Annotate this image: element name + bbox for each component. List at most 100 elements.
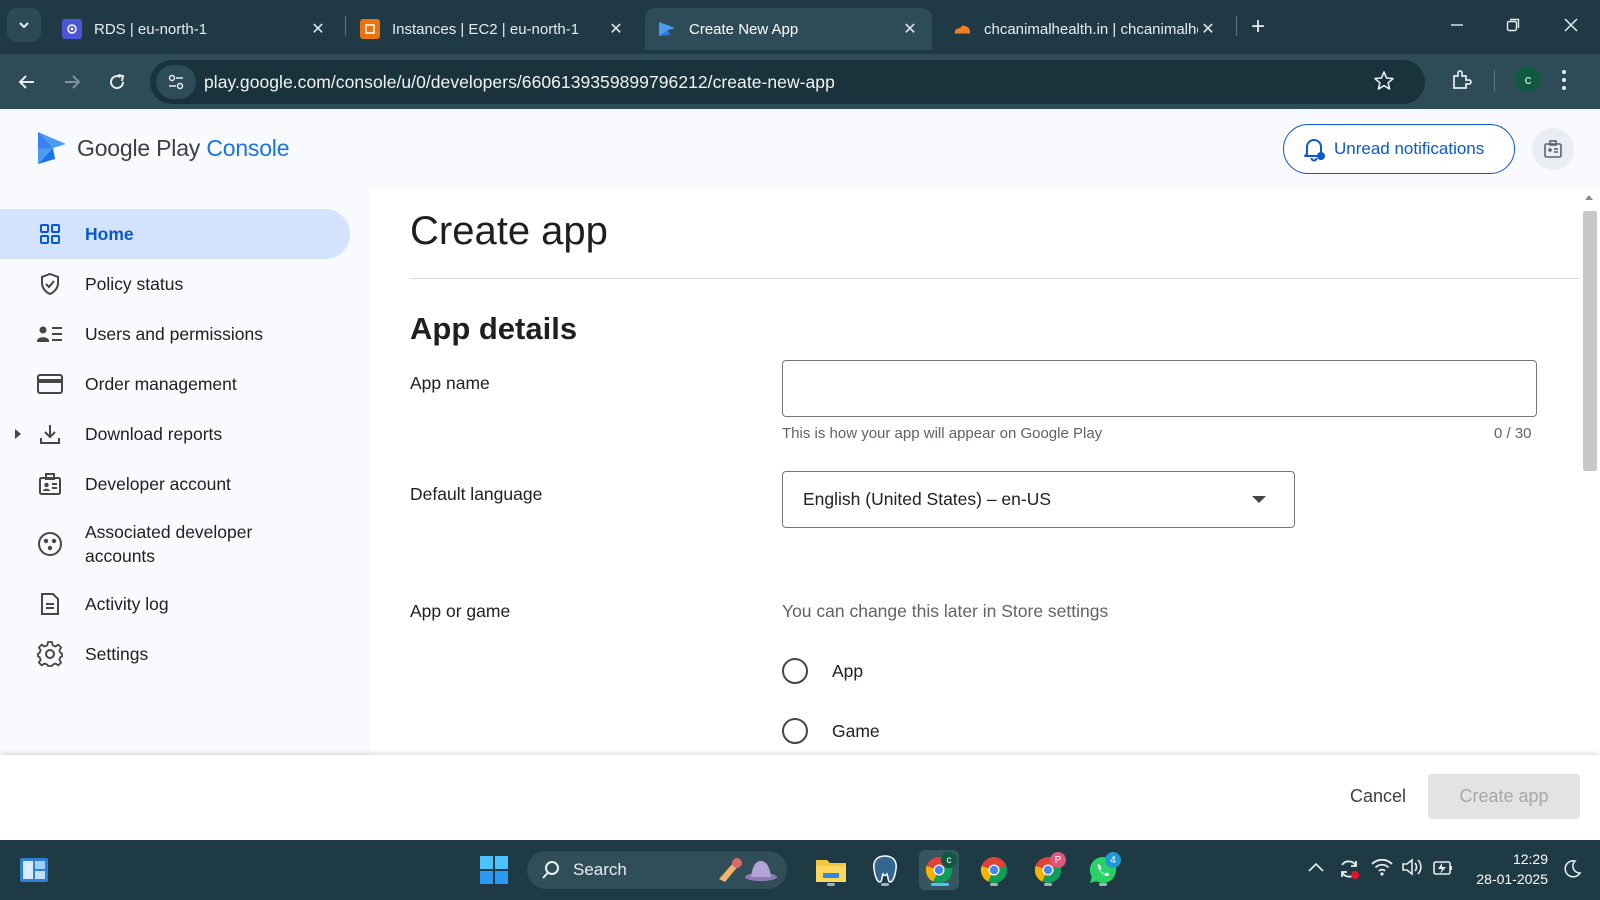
close-icon[interactable]: ✕ (900, 19, 920, 39)
sidebar-item-label: Developer account (85, 474, 231, 494)
postgres-elephant-icon (873, 855, 897, 883)
gear-icon (37, 641, 63, 667)
close-icon[interactable]: ✕ (606, 19, 626, 39)
taskbar-chrome-c[interactable]: c (919, 850, 959, 890)
play-console-logo[interactable]: Google Play Console (37, 131, 290, 165)
cancel-button[interactable]: Cancel (1336, 774, 1420, 818)
id-badge-icon (1544, 140, 1562, 158)
sidebar-item-developer-account[interactable]: Developer account (0, 459, 350, 509)
sidebar-item-home[interactable]: Home (0, 209, 350, 259)
close-icon (1564, 18, 1578, 32)
app-name-input[interactable] (782, 360, 1537, 417)
sidebar-item-label: Order management (85, 374, 237, 394)
sidebar-item-label: Home (85, 224, 134, 244)
taskbar-search-box[interactable]: Search (527, 851, 787, 889)
section-title: App details (410, 311, 578, 346)
radio-option-app[interactable]: App (782, 658, 863, 684)
sidebar-item-order-management[interactable]: Order management (0, 359, 350, 409)
radio-option-game[interactable]: Game (782, 718, 880, 744)
system-clock[interactable]: 12:29 28-01-2025 (1468, 849, 1548, 889)
sidebar-item-download-reports[interactable]: Download reports (0, 409, 350, 459)
create-app-button[interactable]: Create app (1428, 774, 1580, 819)
taskbar-whatsapp[interactable]: 4 (1083, 850, 1123, 890)
taskbar-file-explorer[interactable] (811, 850, 851, 890)
bell-icon (1302, 136, 1326, 162)
start-button[interactable] (474, 850, 514, 890)
bookmark-star-icon[interactable] (1373, 70, 1395, 92)
app-name-label: App name (410, 373, 490, 393)
console-header: Google Play Console Unread notifications (0, 109, 1600, 189)
chevron-up-icon[interactable] (1308, 862, 1324, 872)
sidebar-item-label: Associated developer accounts (85, 522, 253, 566)
notification-center-icon[interactable] (1562, 859, 1582, 879)
aws-rds-icon (62, 19, 82, 39)
sync-icon[interactable] (1338, 858, 1360, 880)
chrome-icon (980, 857, 1008, 884)
default-language-select[interactable]: English (United States) – en-US (782, 471, 1295, 528)
arrow-left-icon (18, 75, 34, 89)
unread-notifications-button[interactable]: Unread notifications (1283, 124, 1515, 174)
restore-icon (1506, 18, 1520, 32)
browser-tab-strip: RDS | eu-north-1 ✕ Instances | EC2 | eu-… (0, 0, 1600, 54)
forward-button[interactable] (57, 67, 87, 97)
users-list-icon (37, 321, 63, 347)
site-settings-icon[interactable] (156, 65, 196, 99)
notifications-label: Unread notifications (1334, 139, 1485, 158)
sidebar-item-associated-developer-accounts[interactable]: Associated developer accounts (0, 509, 350, 579)
browser-tab-rds[interactable]: RDS | eu-north-1 ✕ (50, 8, 340, 50)
extensions-icon[interactable] (1450, 68, 1474, 92)
default-language-value: English (United States) – en-US (803, 489, 1052, 509)
profile-avatar[interactable]: c (1515, 66, 1541, 92)
battery-charging-icon[interactable] (1432, 858, 1454, 878)
taskbar-pgadmin[interactable] (865, 850, 905, 890)
browser-tab-cloudflare[interactable]: chcanimalhealth.in | chcanimalhealth ✕ (940, 8, 1230, 50)
more-menu-icon[interactable] (1561, 68, 1567, 92)
profile-badge: c (941, 852, 957, 868)
address-bar[interactable]: play.google.com/console/u/0/developers/6… (150, 60, 1425, 104)
back-button[interactable] (12, 67, 42, 97)
developer-account-button[interactable] (1532, 128, 1574, 170)
radio-label: Game (832, 720, 880, 741)
browser-tab-ec2[interactable]: Instances | EC2 | eu-north-1 ✕ (348, 8, 638, 50)
sidebar-item-activity-log[interactable]: Activity log (0, 579, 350, 629)
sidebar-item-settings[interactable]: Settings (0, 629, 350, 679)
scrollbar-thumb[interactable] (1583, 211, 1597, 471)
radio-label: App (832, 660, 864, 681)
chevron-down-icon (19, 22, 29, 29)
windows-logo-icon (480, 856, 508, 884)
new-tab-button[interactable]: + (1245, 13, 1271, 40)
clock-time: 12:29 (1512, 851, 1548, 867)
restore-button[interactable] (1498, 12, 1528, 38)
widgets-icon (20, 858, 48, 882)
arrow-right-icon (65, 75, 81, 89)
search-highlight-icon (719, 858, 777, 882)
widgets-button[interactable] (14, 850, 54, 890)
minimize-button[interactable] (1442, 12, 1472, 38)
sidebar-item-policy-status[interactable]: Policy status (0, 259, 350, 309)
tab-title: Create New App (689, 20, 799, 38)
taskbar-chrome-p[interactable]: P (1028, 850, 1068, 890)
wifi-icon[interactable] (1371, 858, 1393, 876)
sidebar-item-users-and-permissions[interactable]: Users and permissions (0, 309, 350, 359)
close-icon[interactable]: ✕ (308, 19, 328, 39)
page-scrollbar[interactable] (1580, 189, 1600, 755)
close-icon[interactable]: ✕ (1198, 19, 1218, 39)
browser-tab-create-new-app[interactable]: Create New App ✕ (645, 8, 932, 50)
scroll-up-arrow-icon[interactable] (1585, 195, 1593, 200)
download-icon (37, 421, 63, 447)
tab-title: Instances | EC2 | eu-north-1 (392, 20, 580, 38)
create-app-form: Create app App details App name This is … (370, 189, 1580, 755)
radio-button[interactable] (782, 658, 808, 684)
tab-search-button[interactable] (7, 8, 41, 42)
reload-button[interactable] (102, 67, 132, 97)
search-icon (542, 861, 559, 879)
form-action-bar: Cancel Create app (0, 755, 1600, 840)
expand-arrow-icon[interactable] (14, 428, 22, 440)
radio-button[interactable] (782, 718, 808, 744)
shield-check-icon (37, 271, 63, 297)
close-window-button[interactable] (1556, 12, 1586, 38)
taskbar-chrome-2[interactable] (974, 850, 1014, 890)
volume-icon[interactable] (1401, 858, 1423, 876)
sidebar-item-label: Users and permissions (85, 324, 263, 344)
play-console-logo-icon (38, 132, 66, 164)
